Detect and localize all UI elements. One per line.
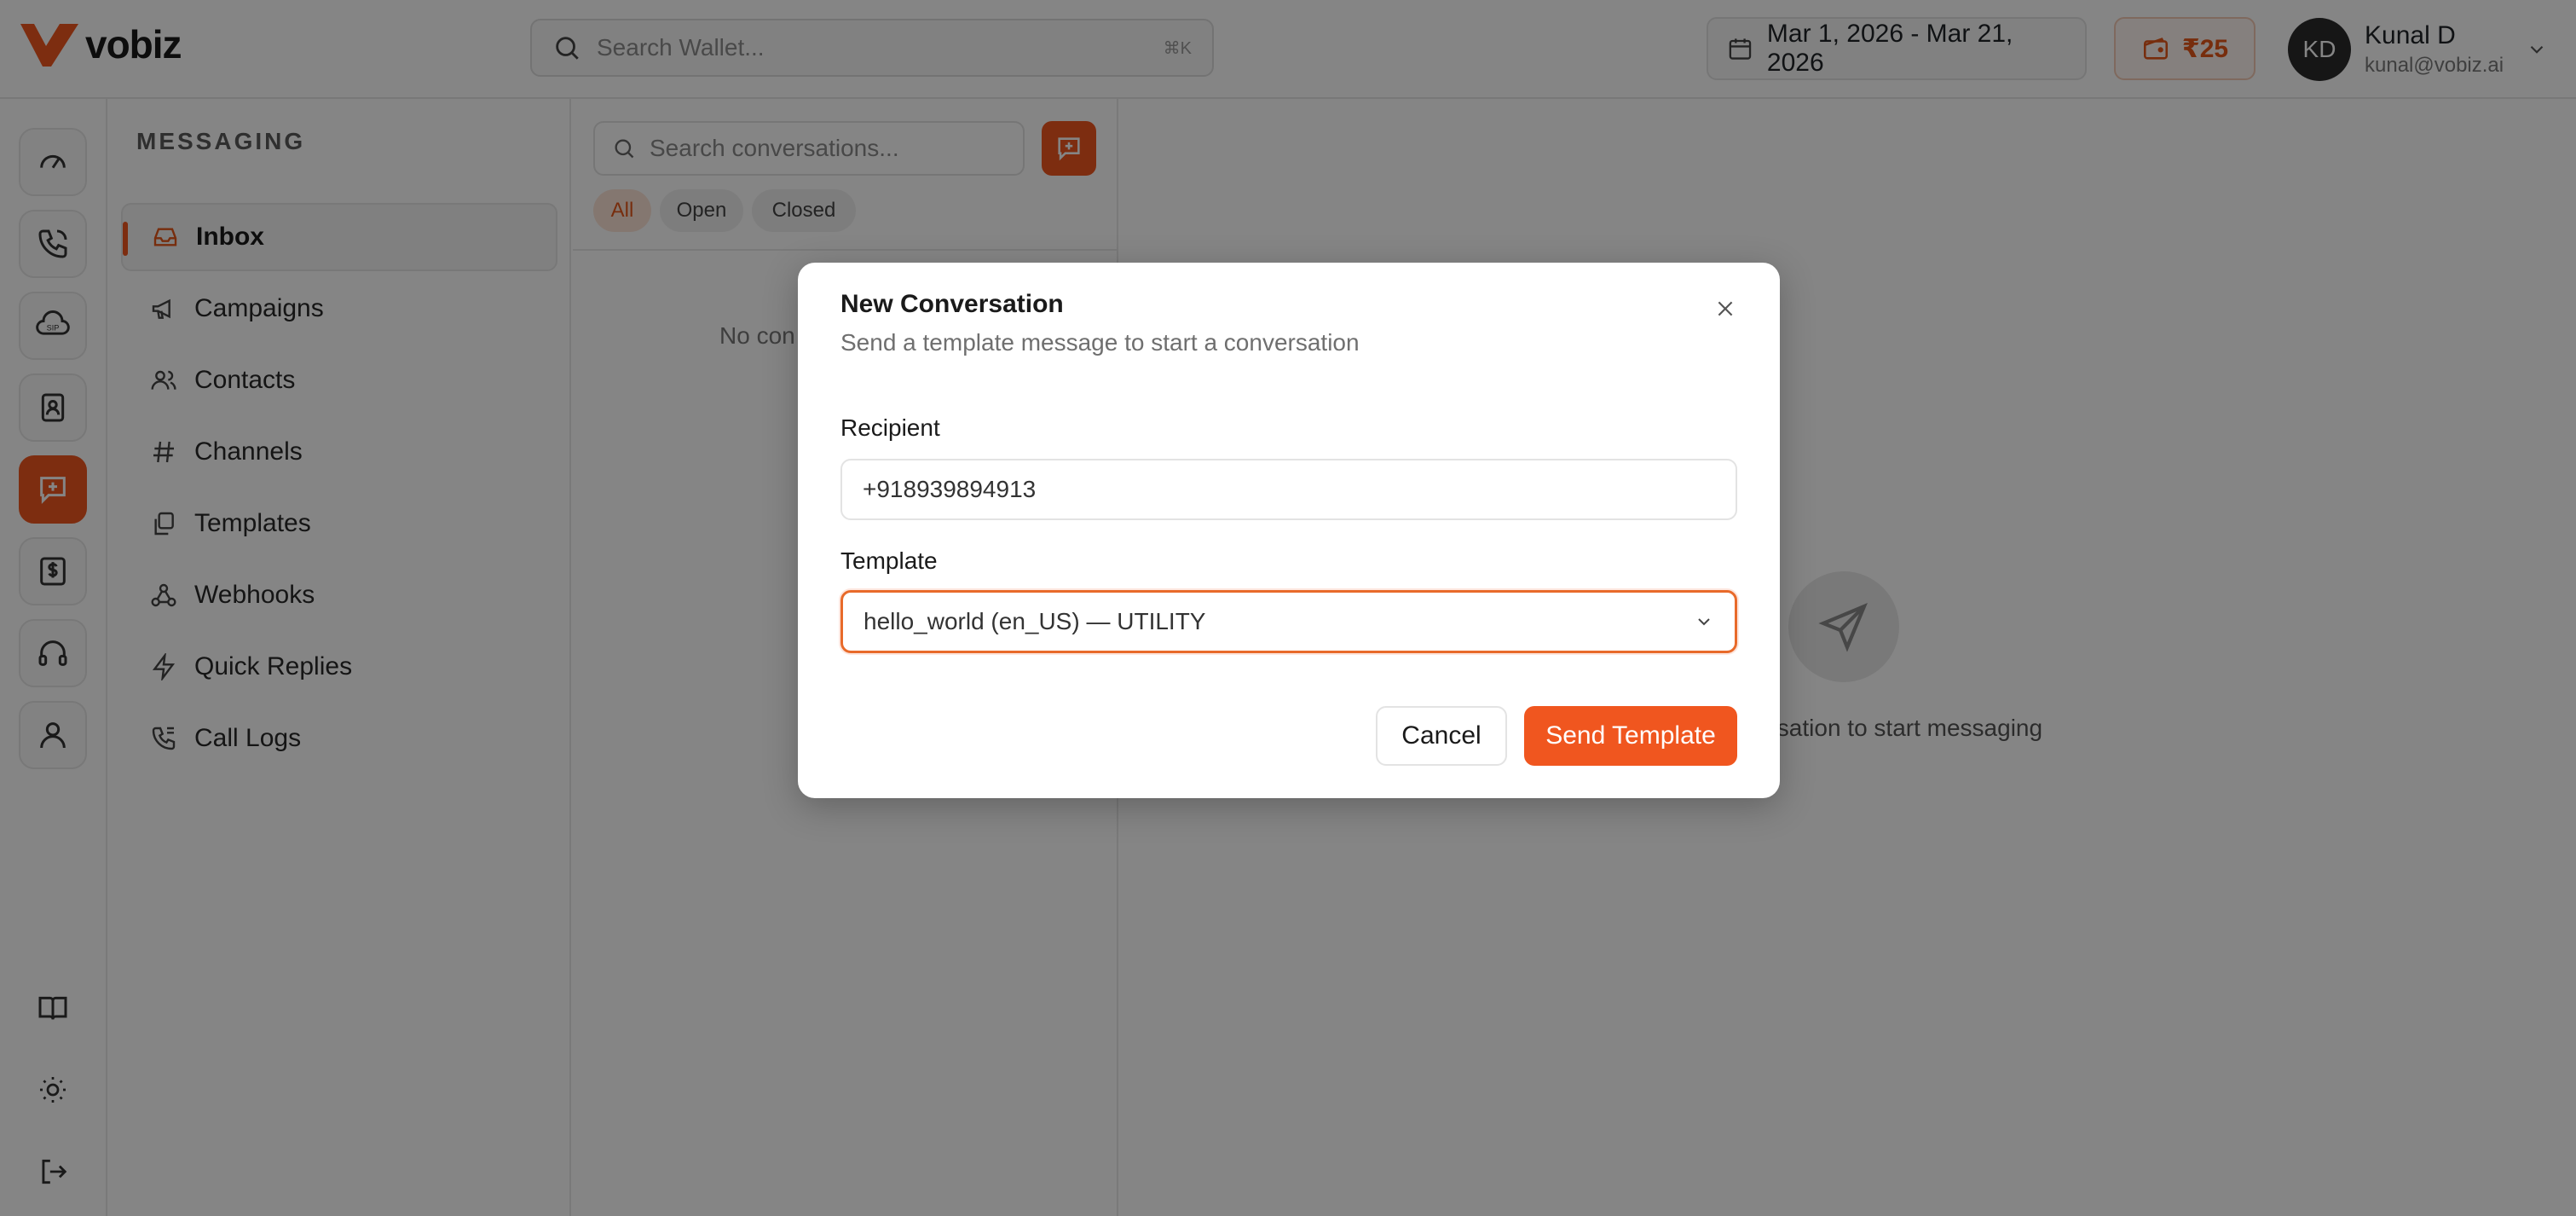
cancel-button[interactable]: Cancel bbox=[1376, 706, 1507, 766]
close-button[interactable] bbox=[1707, 290, 1744, 327]
template-select-value: hello_world (en_US) — UTILITY bbox=[863, 608, 1206, 634]
send-template-button[interactable]: Send Template bbox=[1524, 706, 1737, 766]
template-label: Template bbox=[840, 547, 938, 574]
dialog-subtitle: Send a template message to start a conve… bbox=[840, 329, 1360, 356]
dialog-title: New Conversation bbox=[840, 290, 1064, 318]
template-select[interactable]: hello_world (en_US) — UTILITY bbox=[840, 590, 1737, 653]
recipient-label: Recipient bbox=[840, 414, 940, 441]
chevron-down-icon bbox=[1698, 618, 1710, 626]
recipient-input[interactable]: +918939894913 bbox=[840, 459, 1737, 520]
new-conversation-dialog: New Conversation Send a template message… bbox=[798, 263, 1780, 798]
close-icon bbox=[1718, 301, 1733, 316]
